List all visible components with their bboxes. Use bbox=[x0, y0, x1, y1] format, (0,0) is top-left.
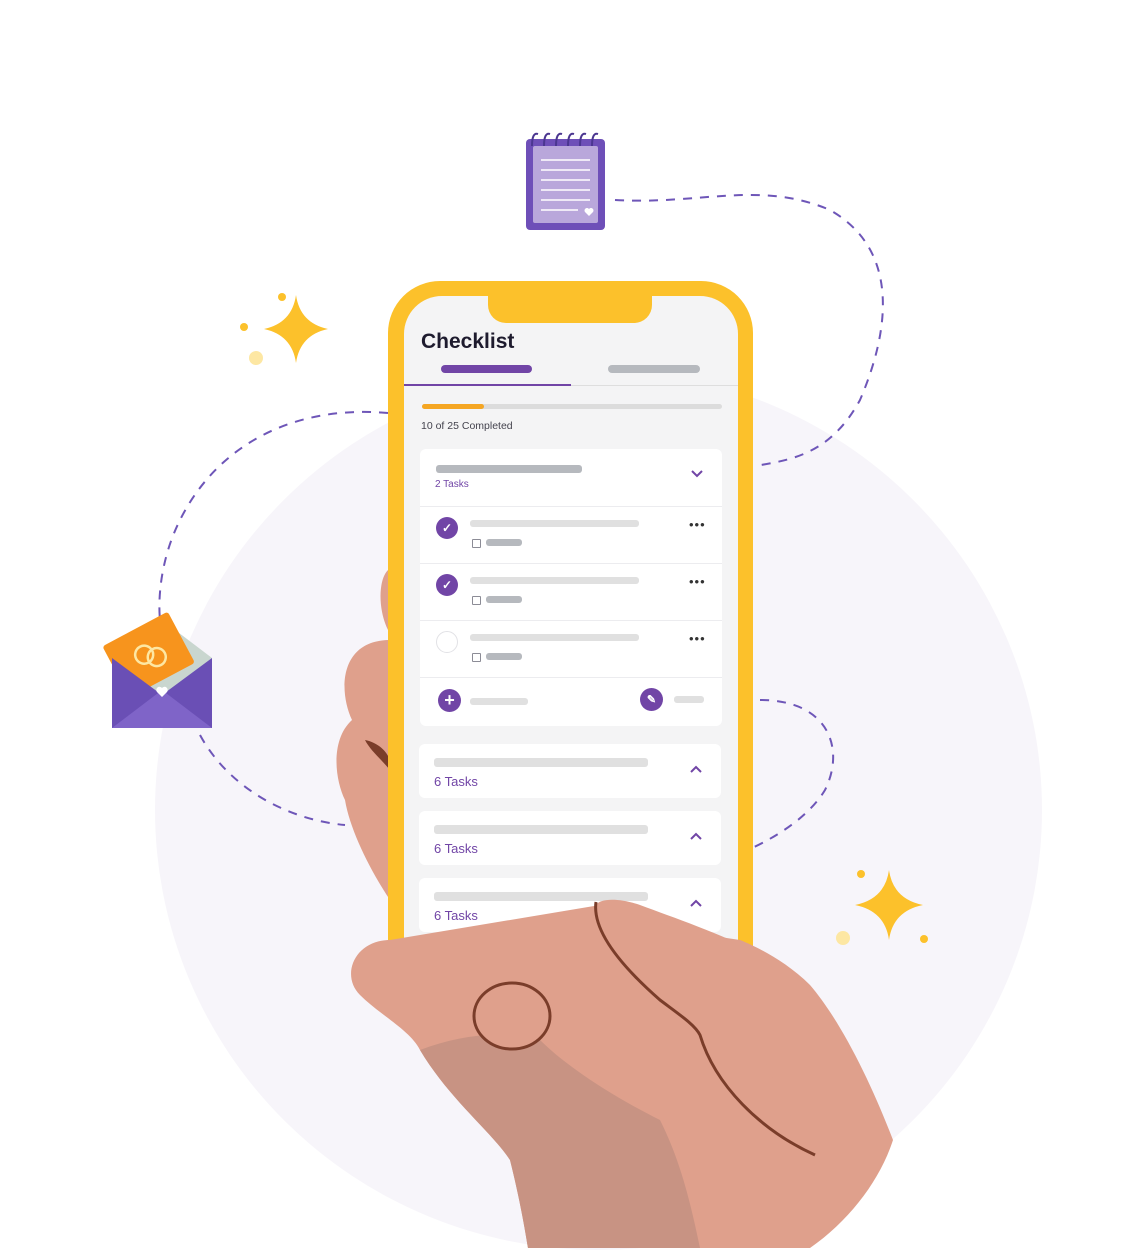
edit-placeholder[interactable] bbox=[674, 696, 704, 703]
calendar-icon bbox=[472, 653, 481, 662]
item-title-placeholder bbox=[470, 577, 639, 584]
item-title-placeholder bbox=[470, 520, 639, 527]
more-dots-icon[interactable]: ••• bbox=[689, 517, 706, 532]
divider bbox=[420, 620, 722, 621]
item-date-placeholder bbox=[486, 539, 522, 546]
chevron-up-icon[interactable] bbox=[689, 829, 703, 843]
more-dots-icon[interactable]: ••• bbox=[689, 631, 706, 646]
calendar-icon bbox=[472, 596, 481, 605]
checklist-group-collapsed[interactable]: 6 Tasks bbox=[419, 744, 721, 798]
checklist-group-collapsed[interactable]: 6 Tasks bbox=[419, 811, 721, 865]
empty-checkbox-icon[interactable] bbox=[436, 631, 458, 653]
calendar-icon bbox=[472, 539, 481, 548]
item-date-placeholder bbox=[486, 596, 522, 603]
group-task-count: 2 Tasks bbox=[435, 479, 469, 490]
next-group-placeholder bbox=[434, 958, 648, 967]
group-title-placeholder bbox=[434, 892, 648, 901]
tab-checklist[interactable] bbox=[441, 365, 532, 373]
plus-icon[interactable]: + bbox=[438, 689, 461, 712]
divider bbox=[420, 677, 722, 678]
checklist-group-expanded: 2 Tasks ✓ ••• ✓ ••• ••• + ✎ bbox=[420, 449, 722, 726]
group-title-placeholder bbox=[434, 825, 648, 834]
item-date-placeholder bbox=[486, 653, 522, 660]
progress-label: 10 of 25 Completed bbox=[421, 420, 513, 432]
add-task-placeholder[interactable] bbox=[470, 698, 528, 705]
active-tab-underline bbox=[404, 384, 571, 386]
phone-notch bbox=[488, 290, 652, 323]
chevron-up-icon[interactable] bbox=[689, 896, 703, 910]
chevron-down-icon[interactable] bbox=[690, 467, 704, 481]
tab-secondary[interactable] bbox=[608, 365, 700, 373]
group-task-count: 6 Tasks bbox=[434, 774, 478, 789]
pencil-icon[interactable]: ✎ bbox=[640, 688, 663, 711]
divider bbox=[420, 563, 722, 564]
more-dots-icon[interactable]: ••• bbox=[689, 574, 706, 589]
group-title-placeholder bbox=[434, 758, 648, 767]
checklist-group-collapsed[interactable]: 6 Tasks bbox=[419, 878, 721, 932]
checkmark-icon[interactable]: ✓ bbox=[436, 574, 458, 596]
phone-screen: Checklist 10 of 25 Completed 2 Tasks ✓ •… bbox=[404, 296, 738, 986]
item-title-placeholder bbox=[470, 634, 639, 641]
divider bbox=[420, 506, 722, 507]
checkmark-icon[interactable]: ✓ bbox=[436, 517, 458, 539]
group-task-count: 6 Tasks bbox=[434, 841, 478, 856]
group-task-count: 6 Tasks bbox=[434, 908, 478, 923]
page-title: Checklist bbox=[421, 330, 515, 353]
progress-bar bbox=[422, 404, 485, 409]
chevron-up-icon[interactable] bbox=[689, 762, 703, 776]
group-title-placeholder bbox=[436, 465, 582, 473]
